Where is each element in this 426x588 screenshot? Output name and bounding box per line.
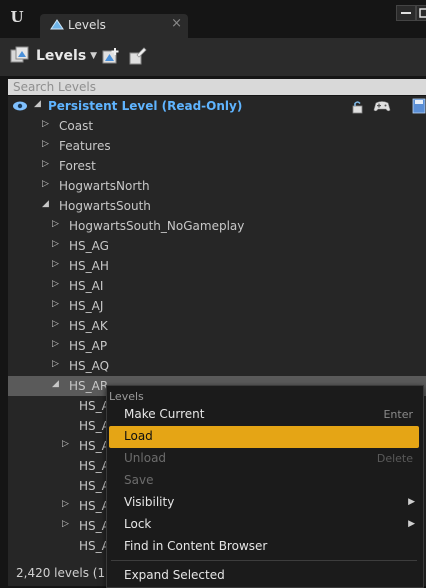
menu-item-expand-selected[interactable]: Expand Selected: [109, 565, 419, 587]
save-level-icon[interactable]: [412, 98, 426, 114]
level-name: HS_AH: [69, 259, 109, 273]
search-box: [8, 79, 426, 95]
expand-arrow-icon[interactable]: ▷: [42, 139, 49, 149]
submenu-arrow-icon: ▶: [408, 519, 415, 529]
menu-item-label: Visibility: [124, 495, 175, 509]
unreal-logo-icon: U: [10, 8, 24, 26]
tree-row[interactable]: ▷ Forest: [8, 156, 426, 176]
menu-item-label: Find in Content Browser: [124, 539, 268, 553]
level-name: HS_AI: [69, 279, 104, 293]
level-name: HogwartsNorth: [59, 179, 150, 193]
expand-arrow-icon[interactable]: ▷: [42, 159, 49, 169]
expand-arrow-icon[interactable]: ▷: [52, 359, 59, 369]
levels-toolbar: Levels ▼: [0, 38, 426, 76]
tab-close-icon[interactable]: ×: [171, 16, 182, 31]
levels-menu-label: Levels: [36, 48, 87, 64]
submenu-arrow-icon: ▶: [408, 497, 415, 507]
collapse-arrow-icon[interactable]: ◢: [52, 379, 59, 389]
level-name: Forest: [59, 159, 96, 173]
tree-row[interactable]: ▷ HogwartsNorth: [8, 176, 426, 196]
menu-item-label: Unload: [124, 451, 167, 465]
expand-arrow-icon[interactable]: ▷: [52, 279, 59, 289]
add-level-icon[interactable]: [101, 46, 121, 66]
expand-arrow-icon[interactable]: ▷: [52, 259, 59, 269]
tree-row[interactable]: ◢ HogwartsSouth: [8, 196, 426, 216]
chevron-down-icon: ▼: [90, 51, 98, 61]
expand-arrow-icon[interactable]: ▷: [42, 119, 49, 129]
expand-arrow-icon[interactable]: ▷: [62, 519, 69, 529]
tree-row-persistent-level[interactable]: ◢ Persistent Level (Read-Only): [8, 96, 426, 116]
menu-item-shortcut: Delete: [376, 452, 413, 465]
maximize-button[interactable]: [416, 5, 426, 21]
tree-row[interactable]: ▷ Coast: [8, 116, 426, 136]
tab-title: Levels: [68, 18, 106, 32]
level-name: Features: [59, 139, 111, 153]
levels-menu-icon: [10, 46, 29, 63]
tree-row[interactable]: ▷ HS_AK: [8, 316, 426, 336]
menu-item-make-current[interactable]: Make Current Enter: [109, 404, 419, 426]
gamepad-icon[interactable]: [373, 99, 391, 113]
expand-arrow-icon[interactable]: ▷: [42, 179, 49, 189]
menu-item-label: Expand Selected: [124, 568, 225, 582]
menu-item-shortcut: Enter: [383, 408, 413, 421]
expand-arrow-icon[interactable]: ▷: [52, 219, 59, 229]
search-input[interactable]: [8, 79, 423, 95]
menu-separator: [111, 560, 417, 561]
menu-item-find-in-content-browser[interactable]: Find in Content Browser: [109, 536, 419, 558]
collapse-arrow-icon[interactable]: ◢: [42, 199, 49, 209]
tree-row[interactable]: ▷ HS_AP: [8, 336, 426, 356]
level-name: HogwartsSouth_NoGameplay: [69, 219, 245, 233]
tab-levels[interactable]: Levels ×: [40, 14, 188, 38]
tree-row[interactable]: ▷ HogwartsSouth_NoGameplay: [8, 216, 426, 236]
menu-item-label: Make Current: [124, 407, 205, 421]
menu-item-save[interactable]: Save: [109, 470, 419, 492]
context-menu-header: Levels: [109, 390, 144, 403]
menu-item-label: Load: [124, 429, 153, 443]
levels-tab-icon: [50, 19, 64, 30]
expand-arrow-icon[interactable]: ▷: [62, 439, 69, 449]
tree-row[interactable]: ▷ HS_AQ: [8, 356, 426, 376]
collapse-arrow-icon[interactable]: ◢: [34, 99, 41, 109]
level-name: HS_AQ: [69, 359, 110, 373]
levels-menu-button[interactable]: Levels ▼: [10, 44, 97, 68]
level-name: HS_AP: [69, 339, 108, 353]
tree-row[interactable]: ▷ HS_AH: [8, 256, 426, 276]
visibility-eye-icon[interactable]: [12, 100, 28, 112]
level-name: HogwartsSouth: [59, 199, 151, 213]
level-name: Coast: [59, 119, 94, 133]
level-name: HS_AR: [69, 379, 109, 393]
level-name: HS_AJ: [69, 299, 104, 313]
minimize-button[interactable]: [396, 5, 416, 21]
tree-row[interactable]: ▷ Features: [8, 136, 426, 156]
menu-item-label: Lock: [124, 517, 152, 531]
expand-arrow-icon[interactable]: ▷: [52, 299, 59, 309]
tree-row[interactable]: ▷ HS_AG: [8, 236, 426, 256]
tree-row[interactable]: ▷ HS_AJ: [8, 296, 426, 316]
expand-arrow-icon[interactable]: ▷: [52, 339, 59, 349]
expand-arrow-icon[interactable]: ▷: [52, 319, 59, 329]
tree-row[interactable]: ▷ HS_AI: [8, 276, 426, 296]
level-name: HS_AK: [69, 319, 108, 333]
menu-item-lock[interactable]: Lock ▶: [109, 514, 419, 536]
level-name: HS_AG: [69, 239, 109, 253]
menu-item-unload[interactable]: Unload Delete: [109, 448, 419, 470]
menu-item-load[interactable]: Load: [109, 426, 419, 448]
lock-icon[interactable]: [350, 100, 364, 114]
edit-level-icon[interactable]: [128, 46, 148, 66]
context-menu: Levels Make Current Enter Load Unload De…: [106, 385, 424, 588]
persistent-level-name: Persistent Level (Read-Only): [48, 99, 243, 113]
title-bar: U Levels ×: [0, 0, 426, 38]
expand-arrow-icon[interactable]: ▷: [52, 239, 59, 249]
menu-item-visibility[interactable]: Visibility ▶: [109, 492, 419, 514]
menu-item-label: Save: [124, 473, 154, 487]
expand-arrow-icon[interactable]: ▷: [62, 499, 69, 509]
